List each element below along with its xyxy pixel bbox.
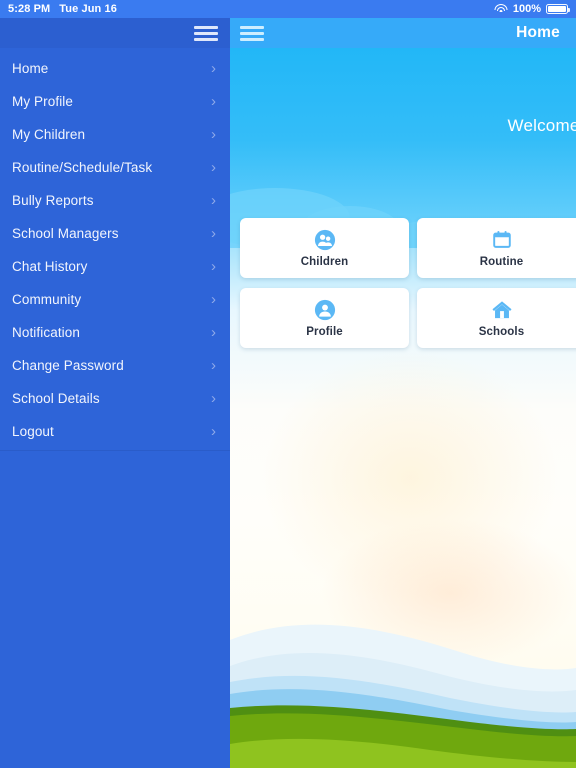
hills-illustration	[230, 548, 576, 768]
sidebar-item-my-profile[interactable]: My Profile ›	[0, 85, 230, 118]
calendar-icon	[491, 229, 513, 251]
chevron-right-icon: ›	[211, 390, 216, 407]
sidebar-item-label: Change Password	[12, 358, 124, 373]
chevron-right-icon: ›	[211, 159, 216, 176]
main-content: Home Welcome to	[230, 18, 576, 768]
chevron-right-icon: ›	[211, 126, 216, 143]
sidebar-item-label: My Children	[12, 127, 86, 142]
card-profile[interactable]: Profile	[240, 288, 409, 348]
sidebar-item-bully-reports[interactable]: Bully Reports ›	[0, 184, 230, 217]
sidebar-item-chat-history[interactable]: Chat History ›	[0, 250, 230, 283]
quick-action-cards: Children Routine Profile Schools	[240, 218, 576, 358]
card-schools[interactable]: Schools	[417, 288, 576, 348]
sidebar-item-change-password[interactable]: Change Password ›	[0, 349, 230, 382]
chevron-right-icon: ›	[211, 60, 216, 77]
sidebar-drawer: Home › My Profile › My Children › Routin…	[0, 18, 230, 768]
two-people-icon	[314, 229, 336, 251]
person-icon	[314, 299, 336, 321]
card-row: Profile Schools	[240, 288, 576, 348]
sidebar-item-school-details[interactable]: School Details ›	[0, 382, 230, 415]
sidebar-item-home[interactable]: Home ›	[0, 52, 230, 85]
sidebar-item-label: School Details	[12, 391, 100, 406]
sidebar-item-my-children[interactable]: My Children ›	[0, 118, 230, 151]
hamburger-menu-icon[interactable]	[194, 25, 218, 41]
wifi-icon	[494, 4, 508, 14]
chevron-right-icon: ›	[211, 291, 216, 308]
sidebar-item-school-managers[interactable]: School Managers ›	[0, 217, 230, 250]
app-header: Home	[230, 18, 576, 48]
sidebar-header	[0, 18, 230, 48]
chevron-right-icon: ›	[211, 258, 216, 275]
chevron-right-icon: ›	[211, 423, 216, 440]
battery-percent-label: 100%	[512, 3, 541, 15]
sidebar-item-label: Home	[12, 61, 49, 76]
battery-icon	[546, 4, 570, 14]
status-bar-right: 100%	[494, 3, 576, 15]
chevron-right-icon: ›	[211, 225, 216, 242]
home-canvas: Welcome to Oci Chil	[230, 48, 576, 768]
chevron-right-icon: ›	[211, 357, 216, 374]
status-bar-left: 5:28 PM Tue Jun 16	[0, 3, 117, 15]
sidebar-item-label: School Managers	[12, 226, 119, 241]
sidebar-item-label: Notification	[12, 325, 80, 340]
card-label: Children	[300, 255, 349, 268]
sidebar-item-community[interactable]: Community ›	[0, 283, 230, 316]
chevron-right-icon: ›	[211, 93, 216, 110]
sidebar-item-label: Bully Reports	[12, 193, 94, 208]
sidebar-divider	[0, 450, 230, 451]
card-row: Children Routine	[240, 218, 576, 278]
status-date: Tue Jun 16	[59, 3, 117, 15]
chevron-right-icon: ›	[211, 192, 216, 209]
sidebar-item-label: Community	[12, 292, 82, 307]
card-children[interactable]: Children	[240, 218, 409, 278]
sidebar-item-label: Logout	[12, 424, 54, 439]
sidebar-item-label: My Profile	[12, 94, 74, 109]
card-routine[interactable]: Routine	[417, 218, 576, 278]
app-root: 5:28 PM Tue Jun 16 100% Home › My Profil…	[0, 0, 576, 768]
card-label: Profile	[306, 325, 343, 338]
card-label: Schools	[478, 325, 525, 338]
welcome-message: Welcome to Oci	[507, 116, 576, 135]
chevron-right-icon: ›	[211, 324, 216, 341]
house-icon	[491, 299, 513, 321]
status-bar: 5:28 PM Tue Jun 16 100%	[0, 0, 576, 18]
sidebar-item-notification[interactable]: Notification ›	[0, 316, 230, 349]
page-title: Home	[516, 24, 560, 41]
sidebar-item-label: Chat History	[12, 259, 88, 274]
sidebar-menu: Home › My Profile › My Children › Routin…	[0, 48, 230, 451]
card-label: Routine	[479, 255, 524, 268]
sidebar-item-routine-schedule-task[interactable]: Routine/Schedule/Task ›	[0, 151, 230, 184]
sidebar-item-logout[interactable]: Logout ›	[0, 415, 230, 448]
status-time: 5:28 PM	[8, 3, 51, 15]
sidebar-item-label: Routine/Schedule/Task	[12, 160, 153, 175]
